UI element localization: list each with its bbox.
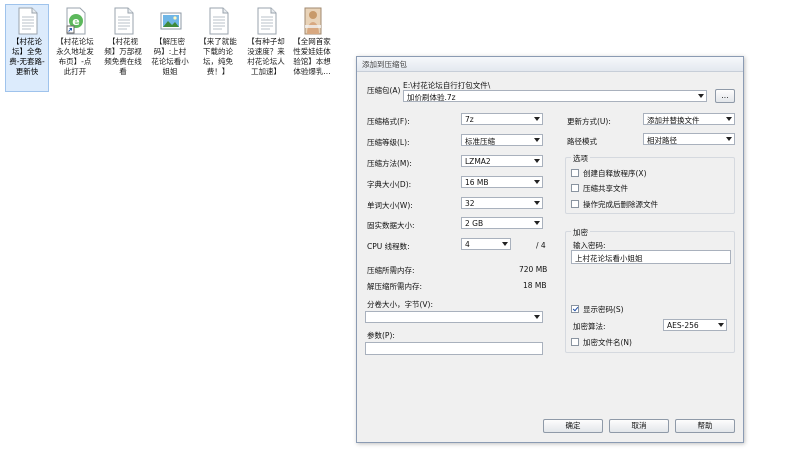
level-label: 压缩等级(L): bbox=[367, 138, 410, 147]
desktop-icon-caption: 【村花视频】万部视频免费在线看 bbox=[104, 37, 142, 76]
show-password-label: 显示密码(S) bbox=[583, 305, 624, 314]
desktop-icon-caption: 【解压密码】:上村花论坛看小姐姐 bbox=[151, 37, 189, 76]
encrypt-title: 加密 bbox=[571, 227, 590, 238]
add-to-archive-dialog: 添加到压缩包 压缩包(A) E:\村花论坛自行打包文件\ 加价刷体验.7z ..… bbox=[356, 56, 744, 443]
sfx-label: 创建自释放程序(X) bbox=[583, 169, 647, 178]
chevron-down-icon bbox=[726, 117, 732, 121]
dialog-titlebar[interactable]: 添加到压缩包 bbox=[357, 57, 743, 72]
chevron-down-icon bbox=[534, 138, 540, 142]
level-select[interactable]: 标准压缩 bbox=[461, 134, 543, 146]
method-value: LZMA2 bbox=[465, 157, 491, 166]
desktop-icon-6[interactable]: 【有种子却没速度？来村花论坛人工加速】 bbox=[244, 4, 288, 92]
chevron-down-icon bbox=[726, 137, 732, 141]
chevron-down-icon bbox=[534, 201, 540, 205]
pathmode-value: 相对路径 bbox=[647, 136, 677, 145]
desktop-icon-4[interactable]: 【解压密码】:上村花论坛看小姐姐 bbox=[148, 4, 192, 92]
desktop-icon-5[interactable]: 【来了就能下载的论坛，纯免费！】 bbox=[196, 4, 240, 92]
chevron-down-icon bbox=[534, 221, 540, 225]
cpu-label: CPU 线程数: bbox=[367, 242, 410, 251]
chevron-down-icon bbox=[502, 242, 508, 246]
shared-label: 压缩共享文件 bbox=[583, 184, 628, 193]
dict-label: 字典大小(D): bbox=[367, 180, 412, 189]
level-value: 标准压缩 bbox=[465, 137, 495, 146]
pathmode-label: 路径模式 bbox=[567, 137, 597, 146]
pathmode-select[interactable]: 相对路径 bbox=[643, 133, 735, 145]
update-value: 添加并替换文件 bbox=[647, 116, 700, 125]
cpu-select[interactable]: 4 bbox=[461, 238, 511, 250]
archive-name-combo[interactable]: 加价刷体验.7z bbox=[403, 90, 707, 102]
params-label: 参数(P): bbox=[367, 331, 395, 340]
word-select[interactable]: 32 bbox=[461, 197, 543, 209]
params-input[interactable] bbox=[365, 342, 543, 355]
encrypt-names-label: 加密文件名(N) bbox=[583, 338, 632, 347]
dict-select[interactable]: 16 MB bbox=[461, 176, 543, 188]
text-document-icon bbox=[18, 7, 38, 35]
cancel-button[interactable]: 取消 bbox=[609, 419, 669, 433]
update-label: 更新方式(U): bbox=[567, 117, 611, 126]
desktop-icon-7[interactable]: 【全网首家性爱娃娃体验馆】本想体验爆乳... bbox=[290, 4, 334, 92]
desktop-icon-caption: 【村花论坛永久地址发布页】-点此打开 bbox=[56, 37, 94, 76]
delete-source-checkbox[interactable] bbox=[571, 200, 579, 208]
format-value: 7z bbox=[465, 115, 474, 124]
show-password-checkbox[interactable] bbox=[571, 305, 579, 313]
ok-button[interactable]: 确定 bbox=[543, 419, 603, 433]
chevron-down-icon bbox=[534, 159, 540, 163]
desktop-icon-2[interactable]: e 【村花论坛永久地址发布页】-点此打开 bbox=[53, 4, 97, 92]
archive-name-value: 加价刷体验.7z bbox=[407, 93, 456, 102]
enc-method-select[interactable]: AES-256 bbox=[663, 319, 727, 331]
chevron-down-icon bbox=[534, 315, 540, 319]
mem-comp-label: 压缩所需内存: bbox=[367, 266, 415, 275]
enc-method-label: 加密算法: bbox=[573, 322, 606, 331]
word-label: 单词大小(W): bbox=[367, 201, 413, 210]
chevron-down-icon bbox=[698, 94, 704, 98]
sfx-checkbox[interactable] bbox=[571, 169, 579, 177]
text-document-icon bbox=[114, 7, 134, 35]
mem-comp-value: 720 MB bbox=[519, 265, 548, 274]
enc-method-value: AES-256 bbox=[667, 321, 699, 330]
method-select[interactable]: LZMA2 bbox=[461, 155, 543, 167]
password-value: 上村花论坛看小姐姐 bbox=[575, 254, 643, 263]
mem-decomp-label: 解压缩所需内存: bbox=[367, 282, 423, 291]
dict-value: 16 MB bbox=[465, 178, 489, 187]
method-label: 压缩方法(M): bbox=[367, 159, 412, 168]
help-button[interactable]: 帮助 bbox=[675, 419, 735, 433]
desktop-icon-caption: 【有种子却没速度？来村花论坛人工加速】 bbox=[247, 37, 285, 76]
desktop-icon-caption: 【全网首家性爱娃娃体验馆】本想体验爆乳... bbox=[293, 37, 331, 76]
browse-button[interactable]: ... bbox=[715, 89, 735, 103]
format-select[interactable]: 7z bbox=[461, 113, 543, 125]
desktop-icon-3[interactable]: 【村花视频】万部视频免费在线看 bbox=[101, 4, 145, 92]
text-document-icon bbox=[209, 7, 229, 35]
mem-decomp-value: 18 MB bbox=[523, 281, 547, 290]
chevron-down-icon bbox=[534, 117, 540, 121]
solid-select[interactable]: 2 GB bbox=[461, 217, 543, 229]
word-value: 32 bbox=[465, 199, 475, 208]
update-select[interactable]: 添加并替换文件 bbox=[643, 113, 735, 125]
chevron-down-icon bbox=[534, 180, 540, 184]
encrypt-names-checkbox[interactable] bbox=[571, 338, 579, 346]
split-label: 分卷大小，字节(V): bbox=[367, 300, 434, 309]
split-combo[interactable] bbox=[365, 311, 543, 323]
shared-checkbox[interactable] bbox=[571, 184, 579, 192]
cpu-value: 4 bbox=[465, 240, 470, 249]
format-label: 压缩格式(F): bbox=[367, 117, 410, 126]
ie-shortcut-icon: e bbox=[66, 7, 86, 35]
desktop-icon-caption: 【来了就能下载的论坛，纯免费！】 bbox=[199, 37, 237, 76]
desktop-icon-caption: 【村花论坛】全免费-无套路-更新快 bbox=[9, 37, 45, 76]
image-file-icon bbox=[160, 12, 182, 30]
dialog-title: 添加到压缩包 bbox=[362, 60, 407, 69]
chevron-down-icon bbox=[718, 323, 724, 327]
solid-value: 2 GB bbox=[465, 219, 484, 228]
cpu-total: / 4 bbox=[536, 241, 546, 250]
solid-label: 固实数据大小: bbox=[367, 221, 415, 230]
archive-label: 压缩包(A) bbox=[367, 86, 401, 95]
text-document-icon bbox=[257, 7, 277, 35]
photo-file-icon bbox=[304, 7, 322, 35]
password-input[interactable]: 上村花论坛看小姐姐 bbox=[571, 250, 731, 264]
desktop-icon-1[interactable]: 【村花论坛】全免费-无套路-更新快 bbox=[5, 4, 49, 92]
delete-source-label: 操作完成后删除源文件 bbox=[583, 200, 658, 209]
options-title: 选项 bbox=[571, 153, 590, 164]
